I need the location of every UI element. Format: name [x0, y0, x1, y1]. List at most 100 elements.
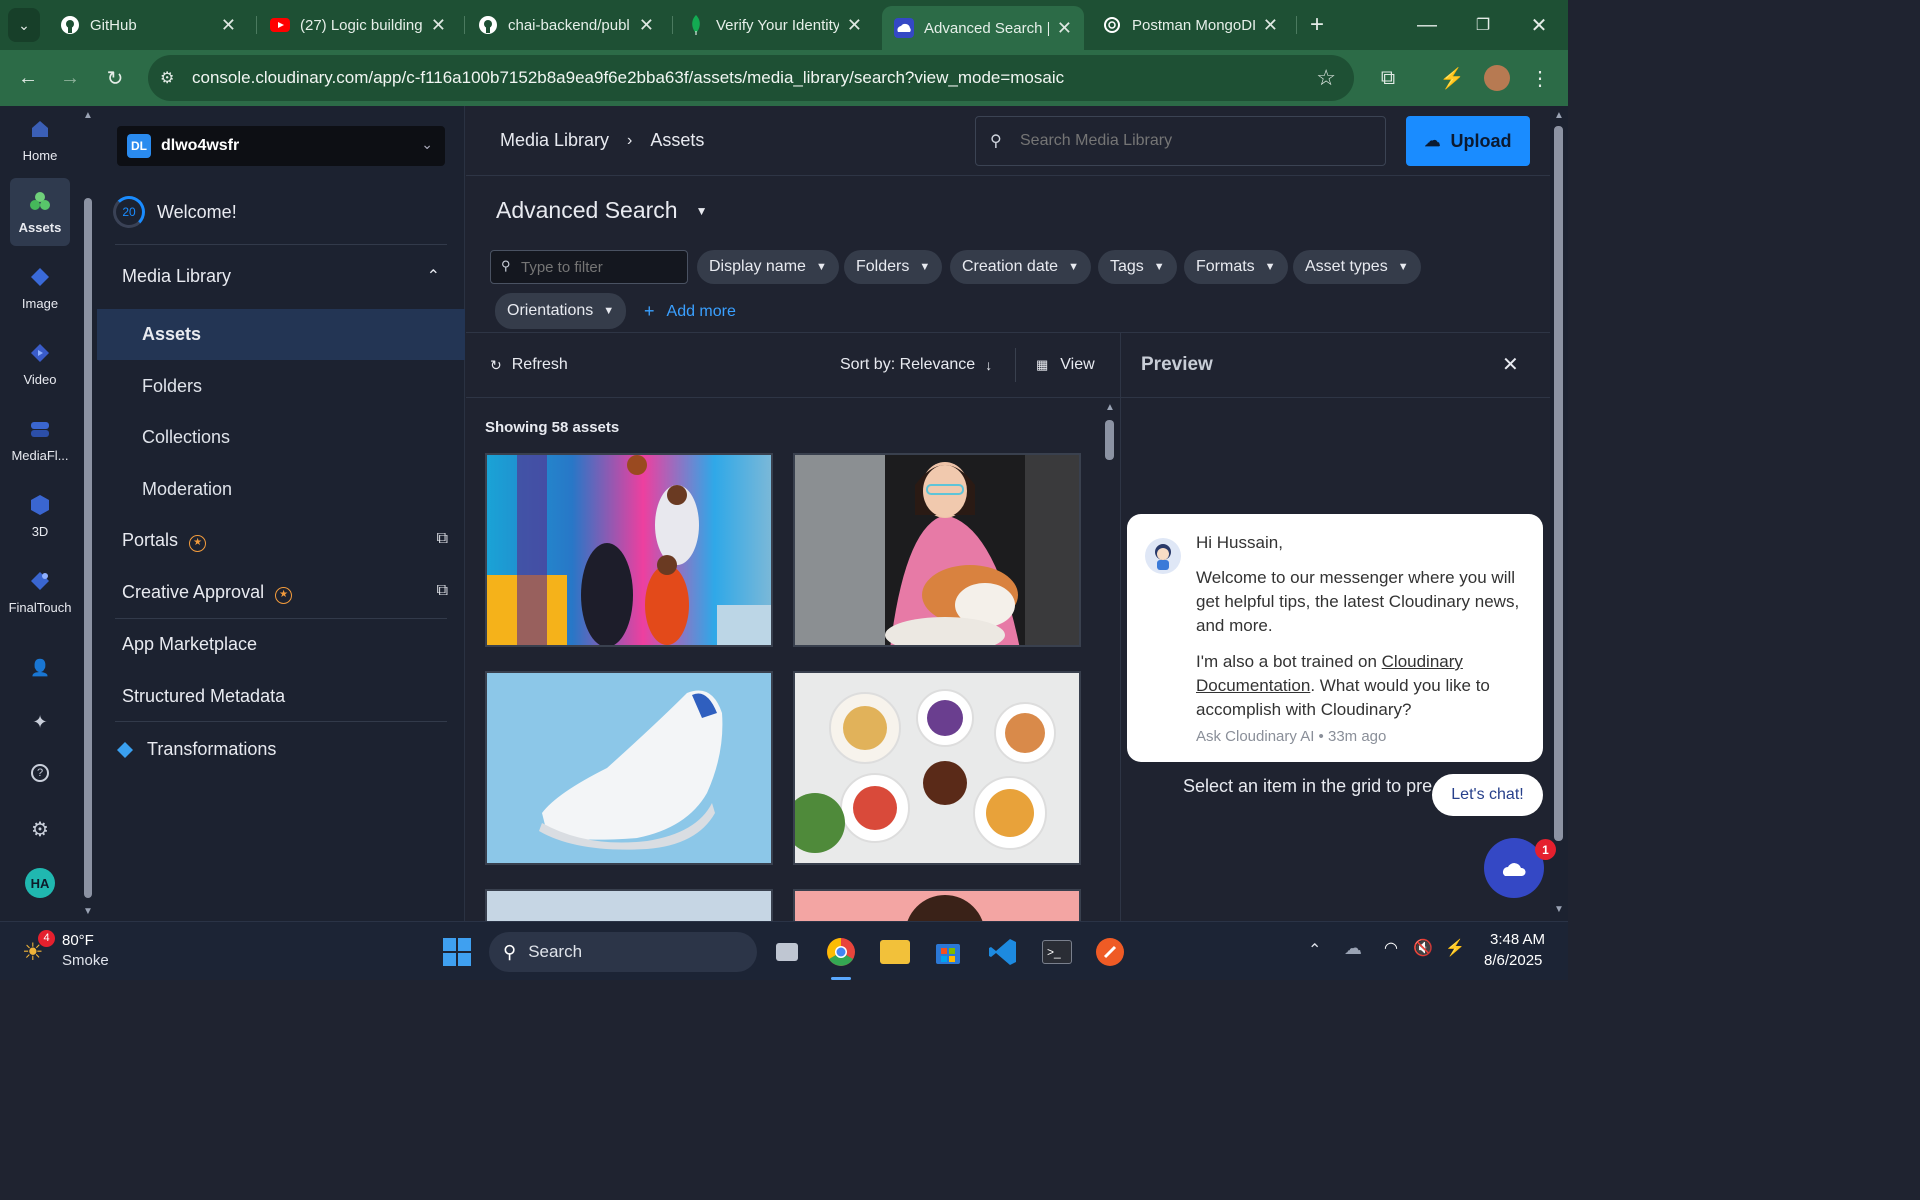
postman-icon[interactable]	[1090, 932, 1130, 972]
minimize-button[interactable]: —	[1410, 8, 1444, 42]
site-info-icon[interactable]: ⚙	[160, 68, 174, 88]
rail-home[interactable]: Home	[10, 106, 70, 174]
profile-avatar[interactable]	[1484, 65, 1510, 91]
forward-button[interactable]: →	[54, 62, 86, 94]
rail-image[interactable]: Image	[10, 254, 70, 322]
asset-thumbnail[interactable]	[793, 453, 1081, 647]
filter-chip-tags[interactable]: Tags ▼	[1098, 250, 1177, 284]
back-button[interactable]: ←	[12, 62, 44, 94]
filter-chip-orientations[interactable]: Orientations ▼	[495, 293, 627, 329]
tab-advanced-search[interactable]: Advanced Search | ✕	[882, 6, 1084, 50]
volume-muted-icon[interactable]: 🔇	[1413, 938, 1433, 958]
browser-menu-icon[interactable]: ⋮	[1526, 62, 1554, 94]
media-library-section[interactable]: Media Library ⌃	[122, 266, 440, 287]
tab-search-button[interactable]: ⌄	[8, 8, 40, 42]
rail-finaltouch[interactable]: FinalTouch	[9, 558, 71, 626]
performance-icon[interactable]: ⚡	[1436, 62, 1468, 94]
start-button[interactable]	[437, 932, 477, 972]
messenger-card[interactable]: Hi Hussain, Welcome to our messenger whe…	[1127, 514, 1543, 762]
filter-chip-formats[interactable]: Formats ▼	[1184, 250, 1288, 284]
assets-icon	[30, 191, 50, 210]
account-switcher[interactable]: DL dlwo4wsfr ⌄	[117, 126, 445, 166]
user-avatar[interactable]: HA	[25, 868, 55, 898]
rail-mediaflows[interactable]: MediaFl...	[10, 406, 70, 474]
puzzle-icon[interactable]: ✦	[28, 710, 52, 734]
lets-chat-button[interactable]: Let's chat!	[1432, 774, 1543, 816]
tab-youtube[interactable]: (27) Logic building ✕	[258, 0, 458, 50]
browser-toolbar: ← → ↻ ⚙ console.cloudinary.com/app/c-f11…	[0, 50, 1568, 106]
close-icon[interactable]: ✕	[431, 15, 446, 36]
chevron-up-icon[interactable]: ⌃	[1308, 940, 1321, 960]
rail-3d[interactable]: 3D	[10, 482, 70, 550]
reload-button[interactable]: ↻	[99, 62, 131, 94]
refresh-button[interactable]: ↻ Refresh	[490, 356, 568, 374]
grid-scrollbar[interactable]: ▲	[1100, 398, 1120, 921]
nav-item-app-marketplace[interactable]: App Marketplace	[122, 634, 257, 655]
filter-box[interactable]: ⚲	[490, 250, 688, 284]
weather-badge: 4	[38, 930, 55, 947]
search-input[interactable]	[1020, 129, 1370, 153]
task-view-icon[interactable]	[767, 932, 807, 972]
add-user-icon[interactable]: 👤	[28, 656, 52, 680]
close-icon[interactable]: ✕	[1057, 18, 1072, 39]
filter-chip-creation-date[interactable]: Creation date ▼	[950, 250, 1091, 284]
close-icon[interactable]: ✕	[1263, 15, 1278, 36]
add-more-button[interactable]: + Add more	[644, 301, 736, 322]
new-tab-button[interactable]: +	[1302, 8, 1332, 42]
filter-chip-folders[interactable]: Folders ▼	[844, 250, 943, 284]
filter-chip-asset-types[interactable]: Asset types ▼	[1293, 250, 1421, 284]
breadcrumb-media-library[interactable]: Media Library	[500, 130, 609, 151]
nav-item-assets[interactable]: Assets	[97, 309, 465, 360]
file-explorer-icon[interactable]	[875, 932, 915, 972]
close-window-button[interactable]: ✕	[1522, 8, 1556, 42]
nav-item-portals[interactable]: Portals ★ ⧉	[122, 530, 448, 552]
clock-time[interactable]: 3:48 AM	[1490, 931, 1545, 948]
clock-date[interactable]: 8/6/2025	[1484, 952, 1542, 969]
close-icon[interactable]: ✕	[847, 15, 862, 36]
tab-postman-mongodb[interactable]: Postman MongoDI ✕	[1090, 0, 1290, 50]
taskbar-search[interactable]: ⚲ Search	[489, 932, 757, 972]
settings-gear-icon[interactable]: ⚙	[28, 817, 52, 841]
chrome-icon[interactable]	[821, 932, 861, 972]
terminal-icon[interactable]: >_	[1037, 932, 1077, 972]
sort-button[interactable]: Sort by: Relevance ↓	[840, 356, 992, 374]
upload-button[interactable]: ☁ Upload	[1406, 116, 1530, 166]
asset-thumbnail[interactable]	[793, 671, 1081, 865]
nav-item-collections[interactable]: Collections	[142, 427, 230, 448]
welcome-item[interactable]: 20 Welcome!	[113, 196, 237, 228]
weather-widget[interactable]: ☀ 4 80°F Smoke	[20, 930, 130, 974]
advanced-search-title[interactable]: Advanced Search ▼	[496, 197, 707, 224]
tab-chai-backend[interactable]: chai-backend/publ ✕	[466, 0, 666, 50]
onedrive-icon[interactable]: ☁	[1344, 938, 1362, 959]
battery-icon[interactable]: ⚡	[1445, 938, 1465, 958]
address-bar[interactable]: ⚙ console.cloudinary.com/app/c-f116a100b…	[148, 55, 1354, 101]
close-icon[interactable]: ✕	[221, 15, 236, 36]
help-icon[interactable]: ?	[31, 764, 49, 782]
filter-chip-display-name[interactable]: Display name ▼	[697, 250, 839, 284]
view-button[interactable]: ▦ View	[1036, 356, 1095, 374]
asset-thumbnail[interactable]	[485, 671, 773, 865]
microsoft-store-icon[interactable]	[928, 932, 968, 972]
asset-thumbnail[interactable]	[485, 453, 773, 647]
nav-scrollbar[interactable]: ▲ ▼	[80, 106, 97, 921]
restore-button[interactable]: ❐	[1466, 8, 1500, 42]
close-preview-icon[interactable]: ✕	[1502, 352, 1519, 377]
windows-icon	[443, 938, 471, 966]
media-library-search[interactable]: ⚲	[975, 116, 1386, 166]
nav-item-moderation[interactable]: Moderation	[142, 479, 232, 500]
nav-item-transformations[interactable]: Transformations	[117, 739, 276, 760]
rail-video[interactable]: Video	[10, 330, 70, 398]
wifi-icon[interactable]: ◠	[1384, 938, 1398, 958]
extensions-icon[interactable]: ⧉	[1372, 62, 1404, 94]
bookmark-star-icon[interactable]: ☆	[1316, 65, 1336, 91]
vscode-icon[interactable]	[983, 932, 1023, 972]
nav-item-folders[interactable]: Folders	[142, 376, 202, 397]
rail-assets[interactable]: Assets	[10, 178, 70, 246]
tab-verify-identity[interactable]: Verify Your Identity ✕	[674, 0, 874, 50]
page-scrollbar[interactable]: ▲ ▼	[1550, 106, 1568, 921]
tab-github[interactable]: GitHub ✕	[48, 0, 248, 50]
nav-item-creative-approval[interactable]: Creative Approval ★ ⧉	[122, 582, 448, 604]
filter-input[interactable]	[521, 257, 681, 277]
nav-item-structured-metadata[interactable]: Structured Metadata	[122, 686, 285, 707]
close-icon[interactable]: ✕	[639, 15, 654, 36]
